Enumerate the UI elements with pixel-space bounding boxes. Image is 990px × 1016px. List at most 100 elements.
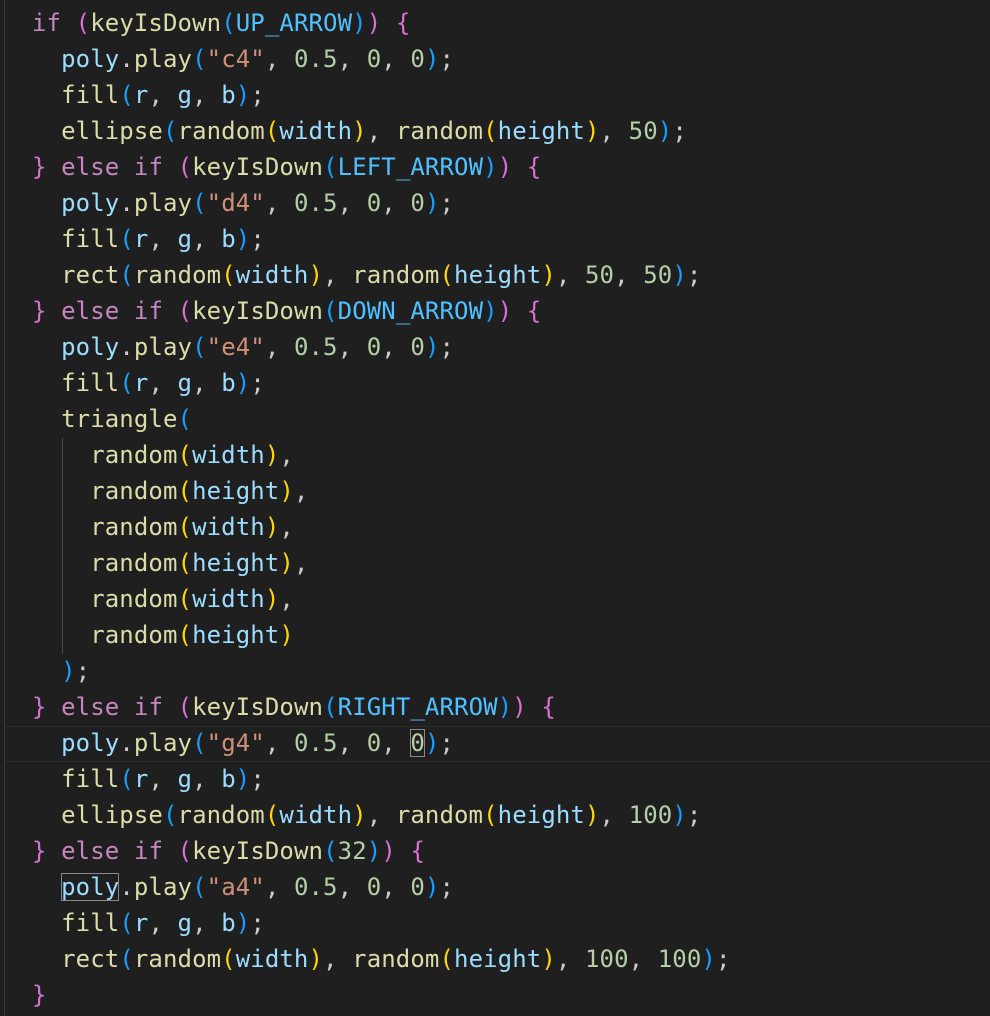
code-token: triangle	[61, 405, 178, 433]
code-token: poly	[61, 45, 120, 73]
code-token: )	[352, 801, 367, 829]
code-token: b	[221, 765, 236, 793]
code-token: 100	[628, 801, 673, 829]
code-token: )	[497, 693, 513, 721]
code-line[interactable]: fill(r, g, b);	[32, 365, 731, 401]
code-token: UP_ARROW	[235, 9, 353, 37]
code-token: 0	[366, 729, 382, 757]
code-token: width	[235, 261, 309, 289]
code-token: 50	[584, 261, 615, 289]
code-line[interactable]: rect(random(width), random(height), 50, …	[32, 257, 731, 293]
code-line[interactable]: fill(r, g, b);	[32, 761, 731, 797]
code-token: play	[133, 333, 193, 361]
code-line[interactable]: random(width),	[32, 509, 731, 545]
code-line[interactable]: random(height),	[32, 545, 731, 581]
code-token: ;	[250, 765, 265, 793]
code-token: RIGHT_ARROW	[337, 693, 498, 721]
code-token: (	[177, 297, 193, 325]
code-token: (	[177, 153, 193, 181]
code-line[interactable]: } else if (keyIsDown(LEFT_ARROW)) {	[32, 149, 731, 185]
code-token: play	[133, 189, 193, 217]
code-token: 0.5	[293, 45, 338, 73]
code-line[interactable]: } else if (keyIsDown(RIGHT_ARROW)) {	[32, 689, 731, 725]
code-line[interactable]: fill(r, g, b);	[32, 221, 731, 257]
code-token: else	[61, 153, 120, 181]
code-line[interactable]: rect(random(width), random(height), 100,…	[32, 941, 731, 977]
code-token: }	[32, 297, 47, 325]
code-token: (	[439, 945, 455, 973]
code-line[interactable]: random(height)	[32, 617, 731, 653]
code-token: play	[133, 45, 193, 73]
code-token: (	[264, 117, 280, 145]
code-token: ellipse	[61, 117, 163, 145]
code-token: DOWN_ARROW	[337, 297, 484, 325]
code-token: "e4"	[206, 333, 265, 361]
code-token: g	[177, 81, 193, 109]
code-line[interactable]: triangle(	[32, 401, 731, 437]
code-token: .	[119, 729, 134, 757]
code-token: )	[264, 441, 280, 469]
code-token: rect	[61, 945, 120, 973]
code-line[interactable]: );	[32, 653, 731, 689]
code-line[interactable]: random(width),	[32, 581, 731, 617]
code-editor[interactable]: if (keyIsDown(UP_ARROW)) { poly.play("c4…	[0, 0, 990, 1016]
code-token: b	[221, 369, 236, 397]
indent-guide	[4, 0, 5, 1016]
code-token: (	[323, 693, 338, 721]
code-token: )	[308, 261, 324, 289]
code-token: ,	[599, 801, 629, 829]
code-token: ,	[148, 909, 178, 937]
code-token: r	[133, 369, 149, 397]
code-line[interactable]: ellipse(random(width), random(height), 5…	[32, 113, 731, 149]
code-token: )	[497, 297, 513, 325]
code-token: (	[264, 801, 280, 829]
code-token: random	[133, 945, 222, 973]
code-token: g	[177, 369, 193, 397]
code-token: .	[119, 189, 134, 217]
code-token: LEFT_ARROW	[337, 153, 484, 181]
code-line[interactable]: random(height),	[32, 473, 731, 509]
code-line[interactable]: poly.play("c4", 0.5, 0, 0);	[32, 41, 731, 77]
code-token: ,	[293, 549, 309, 577]
code-text[interactable]: if (keyIsDown(UP_ARROW)) { poly.play("c4…	[32, 5, 731, 1013]
code-line[interactable]: } else if (keyIsDown(32)) {	[32, 833, 731, 869]
code-token: {	[395, 9, 411, 37]
code-token: )	[672, 801, 687, 829]
code-token: )	[424, 45, 440, 73]
code-token: (	[177, 441, 193, 469]
code-line[interactable]: poly.play("g4", 0.5, 0, 0);	[32, 725, 731, 761]
code-line[interactable]: fill(r, g, b);	[32, 77, 731, 113]
code-token: random	[90, 441, 178, 469]
code-token: ,	[599, 117, 629, 145]
code-token: {	[541, 693, 556, 721]
code-line[interactable]: } else if (keyIsDown(DOWN_ARROW)) {	[32, 293, 731, 329]
code-token: (	[119, 369, 134, 397]
code-line[interactable]: poly.play("a4", 0.5, 0, 0);	[32, 869, 731, 905]
code-token: if	[32, 9, 62, 37]
code-line[interactable]: poly.play("e4", 0.5, 0, 0);	[32, 329, 731, 365]
code-token: "c4"	[206, 45, 265, 73]
code-token: ,	[381, 873, 411, 901]
code-line[interactable]: fill(r, g, b);	[32, 905, 731, 941]
code-token: height	[192, 477, 280, 505]
code-token: ,	[192, 765, 222, 793]
code-line[interactable]: }	[32, 977, 731, 1013]
code-token: (	[177, 477, 193, 505]
code-line[interactable]: random(width),	[32, 437, 731, 473]
code-token: )	[424, 333, 440, 361]
code-token: )	[497, 153, 513, 181]
code-line[interactable]: poly.play("d4", 0.5, 0, 0);	[32, 185, 731, 221]
code-line[interactable]: ellipse(random(width), random(height), 1…	[32, 797, 731, 833]
code-token: (	[323, 297, 338, 325]
code-token: ,	[264, 45, 294, 73]
code-token: )	[352, 9, 367, 37]
code-line[interactable]: if (keyIsDown(UP_ARROW)) {	[32, 5, 731, 41]
